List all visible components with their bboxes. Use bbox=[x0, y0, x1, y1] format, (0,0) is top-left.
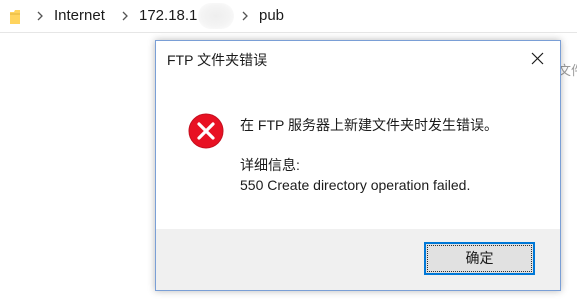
details-text: 550 Create directory operation failed. bbox=[240, 177, 471, 193]
screen: Internet 172.18.1 pub 文件 FTP 文件夹错误 在 FTP… bbox=[0, 0, 577, 302]
ftp-error-dialog: FTP 文件夹错误 在 FTP 服务器上新建文件夹时发生错误。 详细信息: 55… bbox=[155, 40, 561, 291]
chevron-right-icon[interactable] bbox=[241, 8, 249, 24]
close-icon bbox=[531, 52, 544, 65]
breadcrumb-item-pub[interactable]: pub bbox=[259, 7, 284, 25]
dialog-footer: 确定 bbox=[156, 229, 560, 290]
breadcrumb-item-internet[interactable]: Internet bbox=[54, 7, 105, 25]
error-message: 在 FTP 服务器上新建文件夹时发生错误。 bbox=[240, 117, 498, 133]
ok-button[interactable]: 确定 bbox=[424, 242, 535, 275]
close-button[interactable] bbox=[516, 41, 560, 77]
dialog-title: FTP 文件夹错误 bbox=[167, 52, 268, 68]
address-bar[interactable]: Internet 172.18.1 pub bbox=[0, 0, 577, 33]
error-icon bbox=[188, 113, 224, 149]
breadcrumb-item-host[interactable]: 172.18.1 bbox=[139, 7, 197, 25]
details-label: 详细信息: bbox=[240, 157, 300, 173]
redacted-region bbox=[198, 3, 234, 29]
chevron-right-icon[interactable] bbox=[121, 8, 129, 24]
folder-icon bbox=[10, 10, 20, 24]
dialog-titlebar[interactable]: FTP 文件夹错误 bbox=[156, 41, 560, 79]
ok-button-label: 确定 bbox=[465, 250, 494, 266]
chevron-right-icon[interactable] bbox=[36, 8, 44, 24]
